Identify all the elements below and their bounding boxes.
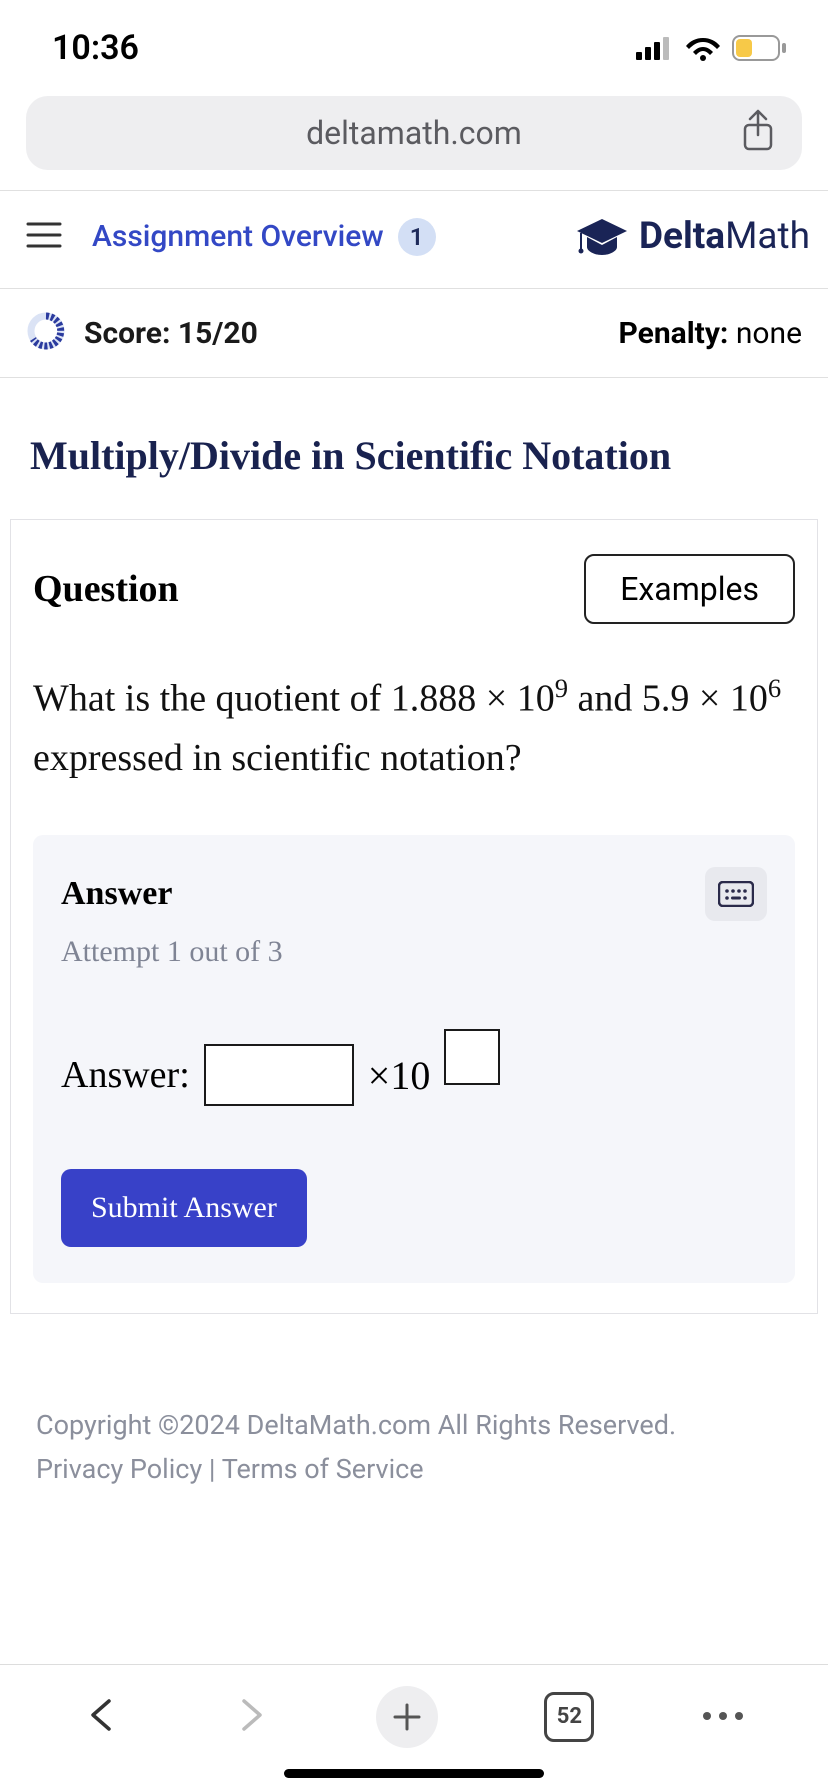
back-button[interactable] (83, 1695, 123, 1739)
status-time: 10:36 (52, 28, 139, 68)
question-card: Question Examples What is the quotient o… (10, 519, 818, 1314)
url-text: deltamath.com (306, 114, 522, 152)
tab-count: 52 (557, 1704, 582, 1729)
app-header: Assignment Overview 1 DeltaMath (0, 190, 828, 289)
page-title: Multiply/Divide in Scientific Notation (0, 378, 828, 519)
logo-text: DeltaMath (639, 215, 810, 258)
answer-panel: Answer Attempt 1 out of 3 Answer: ×10 Su… (33, 835, 795, 1283)
tabs-button[interactable]: 52 (544, 1692, 594, 1742)
cellular-icon (636, 36, 674, 60)
battery-icon (732, 35, 788, 61)
forward-icon (230, 1695, 270, 1735)
home-indicator[interactable] (284, 1769, 544, 1778)
copyright-text: Copyright ©2024 DeltaMath.com All Rights… (36, 1404, 792, 1447)
footer: Copyright ©2024 DeltaMath.com All Rights… (0, 1314, 828, 1510)
more-icon (701, 1710, 745, 1722)
new-tab-button[interactable] (376, 1686, 438, 1748)
grad-cap-icon (575, 217, 629, 257)
progress-icon (26, 311, 66, 355)
keyboard-icon (718, 881, 754, 907)
address-bar[interactable]: deltamath.com (26, 96, 802, 170)
examples-button[interactable]: Examples (584, 554, 795, 624)
forward-button[interactable] (230, 1695, 270, 1739)
answer-prefix: Answer: (61, 1053, 190, 1097)
submit-button[interactable]: Submit Answer (61, 1169, 307, 1247)
penalty-text: Penalty: none (619, 316, 802, 351)
question-text: What is the quotient of 1.888 × 109 and … (33, 668, 795, 787)
exponent-input[interactable] (444, 1029, 500, 1085)
share-icon[interactable] (740, 109, 776, 157)
more-button[interactable] (701, 1707, 745, 1726)
answer-input-row: Answer: ×10 (61, 1029, 767, 1121)
wifi-icon (686, 35, 720, 61)
attempt-text: Attempt 1 out of 3 (61, 935, 767, 969)
status-indicators (636, 35, 788, 61)
score-bar: Score: 15/20 Penalty: none (0, 289, 828, 378)
score-value: Score: 15/20 (84, 316, 258, 351)
menu-icon[interactable] (26, 221, 62, 253)
times-ten-label: ×10 (368, 1052, 431, 1099)
privacy-link[interactable]: Privacy Policy (36, 1453, 202, 1485)
plus-icon (391, 1701, 423, 1733)
status-bar: 10:36 (0, 0, 828, 88)
assignment-badge: 1 (398, 218, 436, 256)
coefficient-input[interactable] (204, 1044, 354, 1106)
terms-link[interactable]: Terms of Service (222, 1453, 424, 1485)
keyboard-button[interactable] (705, 867, 767, 921)
question-heading: Question (33, 567, 179, 611)
logo[interactable]: DeltaMath (575, 215, 810, 258)
back-icon (83, 1695, 123, 1735)
assignment-overview-link[interactable]: Assignment Overview (92, 219, 384, 254)
answer-heading: Answer (61, 875, 172, 913)
